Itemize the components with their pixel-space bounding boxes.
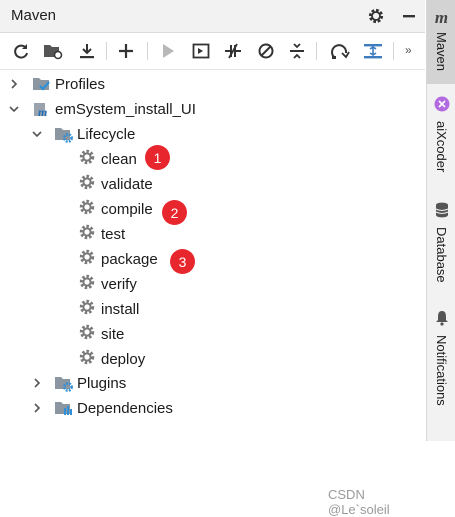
gear-icon — [78, 223, 96, 245]
gear-icon — [78, 298, 96, 320]
phase-label: verify — [101, 275, 137, 293]
execute-goal-icon[interactable] — [190, 40, 212, 62]
lifecycle-phase[interactable]: deploy — [78, 347, 145, 371]
download-icon[interactable] — [76, 40, 98, 62]
lifecycle-folder-icon — [54, 125, 74, 143]
tree-item-plugins[interactable]: Plugins — [34, 371, 127, 395]
phase-label: test — [101, 225, 126, 243]
analyze-dependencies-icon[interactable] — [362, 40, 384, 62]
gear-icon — [78, 198, 96, 220]
phase-label: install — [101, 300, 140, 318]
tree-item-project[interactable]: m emSystem_install_UI — [9, 97, 196, 121]
reload-icon[interactable] — [10, 40, 32, 62]
tree-label-project: emSystem_install_UI — [55, 100, 196, 118]
lifecycle-phase[interactable]: compile — [78, 197, 153, 221]
right-tool-window-bar: m Maven aiXcoder Database Notifications — [426, 0, 455, 441]
annotation-badge: 1 — [145, 145, 170, 170]
tree-label-profiles: Profiles — [55, 75, 106, 93]
plugins-folder-icon — [54, 374, 74, 392]
panel-titlebar: Maven — [0, 0, 425, 33]
tree-label-lifecycle: Lifecycle — [77, 125, 136, 143]
maven-project-icon: m — [32, 100, 52, 119]
tab-maven[interactable]: m Maven — [427, 0, 455, 84]
maven-tree: Profiles m emSystem_install_UI Lifecycle — [0, 70, 425, 517]
toolbar-separator — [393, 42, 394, 60]
maven-logo-icon: m — [434, 8, 449, 27]
phase-label: clean — [101, 150, 137, 168]
dependencies-folder-icon — [54, 399, 74, 417]
lifecycle-phase[interactable]: clean — [78, 147, 137, 171]
tab-aixcoder[interactable]: aiXcoder — [427, 96, 455, 196]
tree-item-dependencies[interactable]: Dependencies — [34, 396, 173, 420]
phase-label: validate — [101, 175, 153, 193]
annotation-badge: 2 — [162, 200, 187, 225]
lifecycle-phase[interactable]: install — [78, 297, 139, 321]
toolbar-separator — [106, 42, 107, 60]
panel-title: Maven — [11, 7, 57, 24]
chevron-right-icon[interactable] — [8, 78, 20, 90]
maven-toolbar: » — [0, 33, 425, 70]
tab-notifications-label: Notifications — [434, 335, 449, 406]
annotation-badge: 3 — [170, 249, 195, 274]
lifecycle-phase[interactable]: test — [78, 222, 125, 246]
svg-text:m: m — [38, 105, 47, 118]
tab-database-label: Database — [434, 227, 449, 283]
tree-label-dependencies: Dependencies — [77, 399, 173, 417]
tree-item-profiles[interactable]: Profiles — [11, 72, 106, 96]
chevron-down-icon[interactable] — [8, 103, 20, 115]
gear-icon — [78, 273, 96, 295]
phase-label: site — [101, 325, 125, 343]
tree-item-lifecycle[interactable]: Lifecycle — [32, 122, 136, 146]
more-actions-icon[interactable]: » — [405, 43, 412, 57]
chevron-right-icon[interactable] — [31, 402, 43, 414]
gear-icon — [78, 248, 96, 270]
profiles-folder-icon — [32, 75, 52, 93]
database-icon — [435, 202, 449, 223]
bell-icon — [435, 310, 449, 331]
gear-icon — [78, 173, 96, 195]
gear-icon — [78, 348, 96, 370]
aixcoder-icon — [434, 96, 450, 117]
tab-maven-label: Maven — [434, 32, 449, 72]
lifecycle-phase[interactable]: site — [78, 322, 124, 346]
chevron-down-icon[interactable] — [31, 128, 43, 140]
lifecycle-phase[interactable]: verify — [78, 272, 137, 296]
gear-icon — [78, 148, 96, 170]
run-icon[interactable] — [157, 40, 179, 62]
add-icon[interactable] — [115, 40, 137, 62]
phase-label: package — [101, 250, 158, 268]
generate-sources-icon[interactable] — [42, 40, 64, 62]
phase-label: compile — [101, 200, 153, 218]
lifecycle-phase[interactable]: package — [78, 247, 158, 271]
toolbar-separator — [147, 42, 148, 60]
chevron-right-icon[interactable] — [31, 377, 43, 389]
phase-label: deploy — [101, 350, 146, 368]
toggle-offline-icon[interactable] — [222, 40, 244, 62]
lifecycle-phase[interactable]: validate — [78, 172, 153, 196]
skip-tests-icon[interactable] — [255, 40, 277, 62]
tab-database[interactable]: Database — [427, 202, 455, 302]
show-dependencies-icon[interactable] — [329, 40, 351, 62]
toolbar-separator — [316, 42, 317, 60]
tree-label-plugins: Plugins — [77, 374, 127, 392]
settings-gear-icon[interactable] — [365, 5, 387, 27]
watermark: CSDN @Le`soleil — [328, 487, 390, 517]
gear-icon — [78, 323, 96, 345]
collapse-all-icon[interactable] — [286, 40, 308, 62]
minimize-icon[interactable] — [398, 5, 420, 27]
tab-aixcoder-label: aiXcoder — [434, 121, 449, 173]
tab-notifications[interactable]: Notifications — [427, 310, 455, 440]
maven-panel: Maven » Profiles m emSystem_install_UI L… — [0, 0, 425, 517]
